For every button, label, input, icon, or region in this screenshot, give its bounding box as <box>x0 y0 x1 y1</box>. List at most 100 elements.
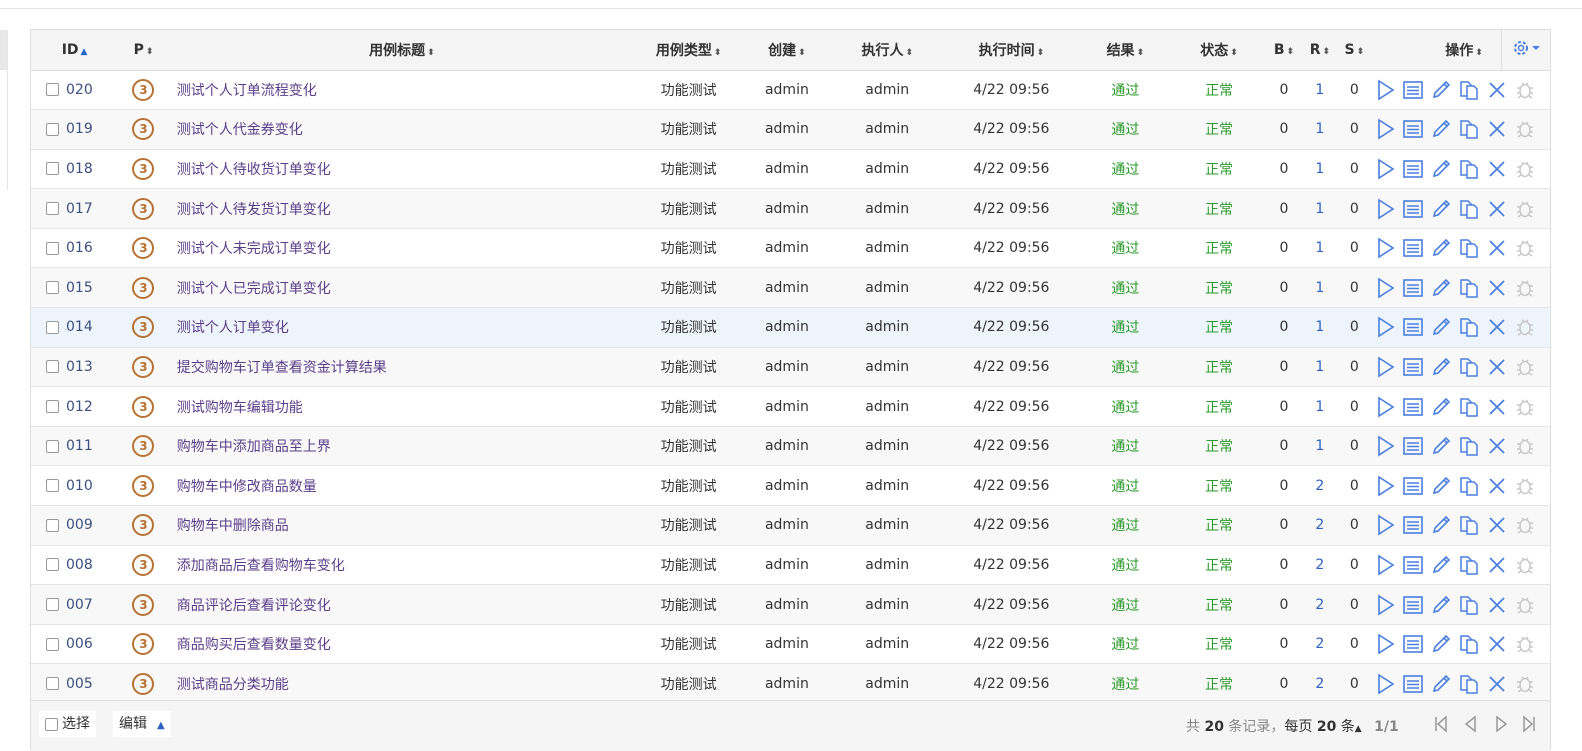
column-settings-button[interactable] <box>1500 30 1550 71</box>
run-button[interactable] <box>1374 356 1396 378</box>
prev-page-button[interactable] <box>1461 714 1481 734</box>
run-button[interactable] <box>1374 475 1396 497</box>
copy-button[interactable] <box>1458 514 1480 536</box>
case-title-link[interactable]: 测试个人待发货订单变化 <box>169 189 635 229</box>
run-button[interactable] <box>1374 554 1396 576</box>
edit-button[interactable] <box>1430 633 1452 655</box>
results-button[interactable] <box>1402 118 1424 140</box>
copy-button[interactable] <box>1458 673 1480 695</box>
row-checkbox[interactable] <box>46 439 59 453</box>
case-results-count[interactable]: 1 <box>1301 228 1340 268</box>
case-results-count[interactable]: 1 <box>1301 149 1340 189</box>
copy-button[interactable] <box>1458 435 1480 457</box>
run-button[interactable] <box>1374 277 1396 299</box>
table-row[interactable]: 006 3 商品购买后查看数量变化 功能测试 admin admin 4/22 09:56 通… <box>31 624 1550 664</box>
col-header-s[interactable]: S ⬍ <box>1339 30 1370 71</box>
copy-button[interactable] <box>1458 237 1480 259</box>
run-button[interactable] <box>1374 316 1396 338</box>
case-title-link[interactable]: 测试个人待收货订单变化 <box>169 149 635 189</box>
case-results-count[interactable]: 2 <box>1301 624 1340 664</box>
case-results-count[interactable]: 2 <box>1301 545 1340 585</box>
case-title-link[interactable]: 购物车中添加商品至上界 <box>169 426 635 466</box>
copy-button[interactable] <box>1458 396 1480 418</box>
copy-button[interactable] <box>1458 554 1480 576</box>
row-checkbox[interactable] <box>46 598 59 612</box>
results-button[interactable] <box>1402 475 1424 497</box>
table-row[interactable]: 010 3 购物车中修改商品数量 功能测试 admin admin 4/22 09:56 通过… <box>31 466 1550 506</box>
results-button[interactable] <box>1402 633 1424 655</box>
delete-button[interactable] <box>1486 594 1508 616</box>
case-results-count[interactable]: 1 <box>1301 347 1340 387</box>
results-button[interactable] <box>1402 514 1424 536</box>
copy-button[interactable] <box>1458 316 1480 338</box>
select-all-button[interactable]: 选择 <box>39 711 96 737</box>
row-checkbox[interactable] <box>46 320 59 334</box>
run-button[interactable] <box>1374 594 1396 616</box>
table-row[interactable]: 020 3 测试个人订单流程变化 功能测试 admin admin 4/22 09:56 通过… <box>31 70 1550 110</box>
copy-button[interactable] <box>1458 118 1480 140</box>
run-button[interactable] <box>1374 673 1396 695</box>
row-checkbox[interactable] <box>46 400 59 414</box>
case-results-count[interactable]: 2 <box>1301 466 1340 506</box>
case-results-count[interactable]: 1 <box>1301 426 1340 466</box>
batch-edit-button[interactable]: 编辑 ▲ <box>113 711 171 737</box>
case-title-link[interactable]: 购物车中删除商品 <box>169 506 635 546</box>
edit-button[interactable] <box>1430 277 1452 299</box>
row-checkbox[interactable] <box>46 479 59 493</box>
per-page-selector[interactable]: 每页 20 条▲ <box>1284 719 1361 735</box>
edit-button[interactable] <box>1430 158 1452 180</box>
row-checkbox[interactable] <box>46 162 59 176</box>
col-header-result[interactable]: 结果 ⬍ <box>1079 30 1171 71</box>
case-results-count[interactable]: 2 <box>1301 506 1340 546</box>
edit-button[interactable] <box>1430 475 1452 497</box>
case-results-count[interactable]: 1 <box>1301 308 1340 348</box>
delete-button[interactable] <box>1486 158 1508 180</box>
col-header-executor[interactable]: 执行人 ⬍ <box>831 30 943 71</box>
copy-button[interactable] <box>1458 356 1480 378</box>
results-button[interactable] <box>1402 158 1424 180</box>
table-row[interactable]: 015 3 测试个人已完成订单变化 功能测试 admin admin 4/22 09:56 通… <box>31 267 1550 308</box>
results-button[interactable] <box>1402 237 1424 259</box>
run-button[interactable] <box>1374 158 1396 180</box>
case-title-link[interactable]: 添加商品后查看购物车变化 <box>169 545 635 585</box>
row-checkbox[interactable] <box>46 518 59 532</box>
col-header-priority[interactable]: P ⬍ <box>118 30 169 71</box>
copy-button[interactable] <box>1458 198 1480 220</box>
copy-button[interactable] <box>1458 158 1480 180</box>
case-results-count[interactable]: 1 <box>1301 189 1340 229</box>
case-results-count[interactable]: 2 <box>1301 664 1340 704</box>
case-title-link[interactable]: 商品购买后查看数量变化 <box>169 624 635 664</box>
sidebar-active-item[interactable] <box>0 30 7 70</box>
delete-button[interactable] <box>1486 198 1508 220</box>
copy-button[interactable] <box>1458 475 1480 497</box>
results-button[interactable] <box>1402 435 1424 457</box>
case-title-link[interactable]: 商品评论后查看评论变化 <box>169 585 635 625</box>
table-row[interactable]: 014 3 测试个人订单变化 功能测试 admin admin 4/22 09:56 通过 正常… <box>31 307 1550 348</box>
results-button[interactable] <box>1402 356 1424 378</box>
delete-button[interactable] <box>1486 277 1508 299</box>
col-header-id[interactable]: ID ▲ <box>31 30 119 71</box>
delete-button[interactable] <box>1486 237 1508 259</box>
delete-button[interactable] <box>1486 316 1508 338</box>
run-button[interactable] <box>1374 79 1396 101</box>
case-results-count[interactable]: 1 <box>1301 387 1340 427</box>
results-button[interactable] <box>1402 396 1424 418</box>
delete-button[interactable] <box>1486 514 1508 536</box>
case-title-link[interactable]: 测试个人订单流程变化 <box>169 70 635 110</box>
delete-button[interactable] <box>1486 475 1508 497</box>
case-title-link[interactable]: 测试商品分类功能 <box>169 664 635 704</box>
table-row[interactable]: 009 3 购物车中删除商品 功能测试 admin admin 4/22 09:56 通过 正常… <box>31 505 1550 546</box>
row-checkbox[interactable] <box>46 122 59 136</box>
results-button[interactable] <box>1402 594 1424 616</box>
copy-button[interactable] <box>1458 277 1480 299</box>
case-results-count[interactable]: 2 <box>1301 585 1340 625</box>
table-row[interactable]: 013 3 提交购物车订单查看资金计算结果 功能测试 admin admin 4/22 09… <box>31 347 1550 387</box>
delete-button[interactable] <box>1486 79 1508 101</box>
case-title-link[interactable]: 测试购物车编辑功能 <box>169 387 635 427</box>
delete-button[interactable] <box>1486 673 1508 695</box>
next-page-button[interactable] <box>1491 714 1511 734</box>
delete-button[interactable] <box>1486 356 1508 378</box>
edit-button[interactable] <box>1430 356 1452 378</box>
edit-button[interactable] <box>1430 237 1452 259</box>
table-row[interactable]: 008 3 添加商品后查看购物车变化 功能测试 admin admin 4/22 09:56… <box>31 545 1550 585</box>
